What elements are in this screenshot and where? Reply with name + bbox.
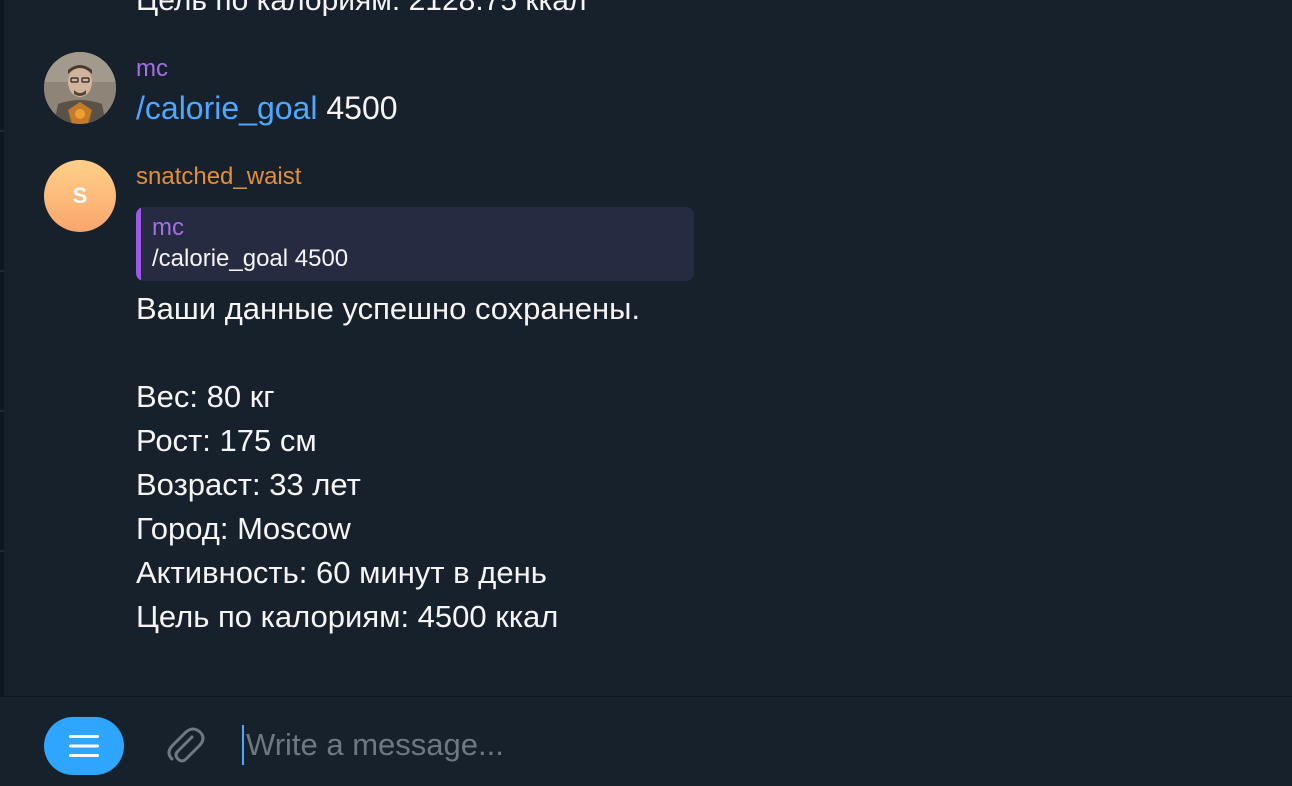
sender-name-snatched-waist[interactable]: snatched_waist bbox=[136, 163, 301, 191]
previous-message-text: Цель по калориям: 2128.75 ккал bbox=[136, 0, 587, 17]
command-argument: 4500 bbox=[326, 90, 398, 126]
message-line: Цель по калориям: 4500 ккал bbox=[136, 599, 559, 634]
reply-quote[interactable]: mc /calorie_goal 4500 bbox=[136, 207, 694, 281]
sender-name-mc[interactable]: mc bbox=[136, 55, 168, 83]
attach-button[interactable] bbox=[158, 717, 214, 773]
avatar-mc[interactable] bbox=[44, 52, 116, 124]
user-portrait-icon bbox=[44, 52, 116, 124]
paperclip-icon bbox=[167, 727, 205, 763]
avatar-snatched-waist[interactable]: S bbox=[44, 160, 116, 232]
message-text-snatched-waist: Ваши данные успешно сохранены. Вес: 80 к… bbox=[136, 287, 640, 639]
message-line: Рост: 175 см bbox=[136, 423, 317, 458]
message-line: Возраст: 33 лет bbox=[136, 467, 361, 502]
command-link[interactable]: /calorie_goal bbox=[136, 90, 317, 126]
reply-bar bbox=[136, 207, 141, 281]
avatar-letter: S bbox=[72, 183, 88, 208]
message-line: Активность: 60 минут в день bbox=[136, 555, 547, 590]
message-line: Ваши данные успешно сохранены. bbox=[136, 291, 641, 326]
message-line-empty bbox=[136, 331, 640, 375]
message-line: Вес: 80 кг bbox=[136, 379, 275, 414]
bot-menu-button[interactable] bbox=[44, 717, 124, 775]
message-composer bbox=[0, 697, 1292, 786]
message-list[interactable]: Цель по калориям: 2128.75 ккал mc /calor… bbox=[4, 0, 1292, 696]
message-input[interactable] bbox=[242, 725, 1242, 765]
message-line: Город: Moscow bbox=[136, 511, 351, 546]
reply-sender: mc bbox=[152, 214, 184, 241]
chat-window: Цель по калориям: 2128.75 ккал mc /calor… bbox=[0, 0, 1292, 786]
reply-text: /calorie_goal 4500 bbox=[152, 245, 349, 272]
menu-icon bbox=[69, 735, 99, 757]
message-text-mc: /calorie_goal 4500 bbox=[136, 89, 398, 127]
